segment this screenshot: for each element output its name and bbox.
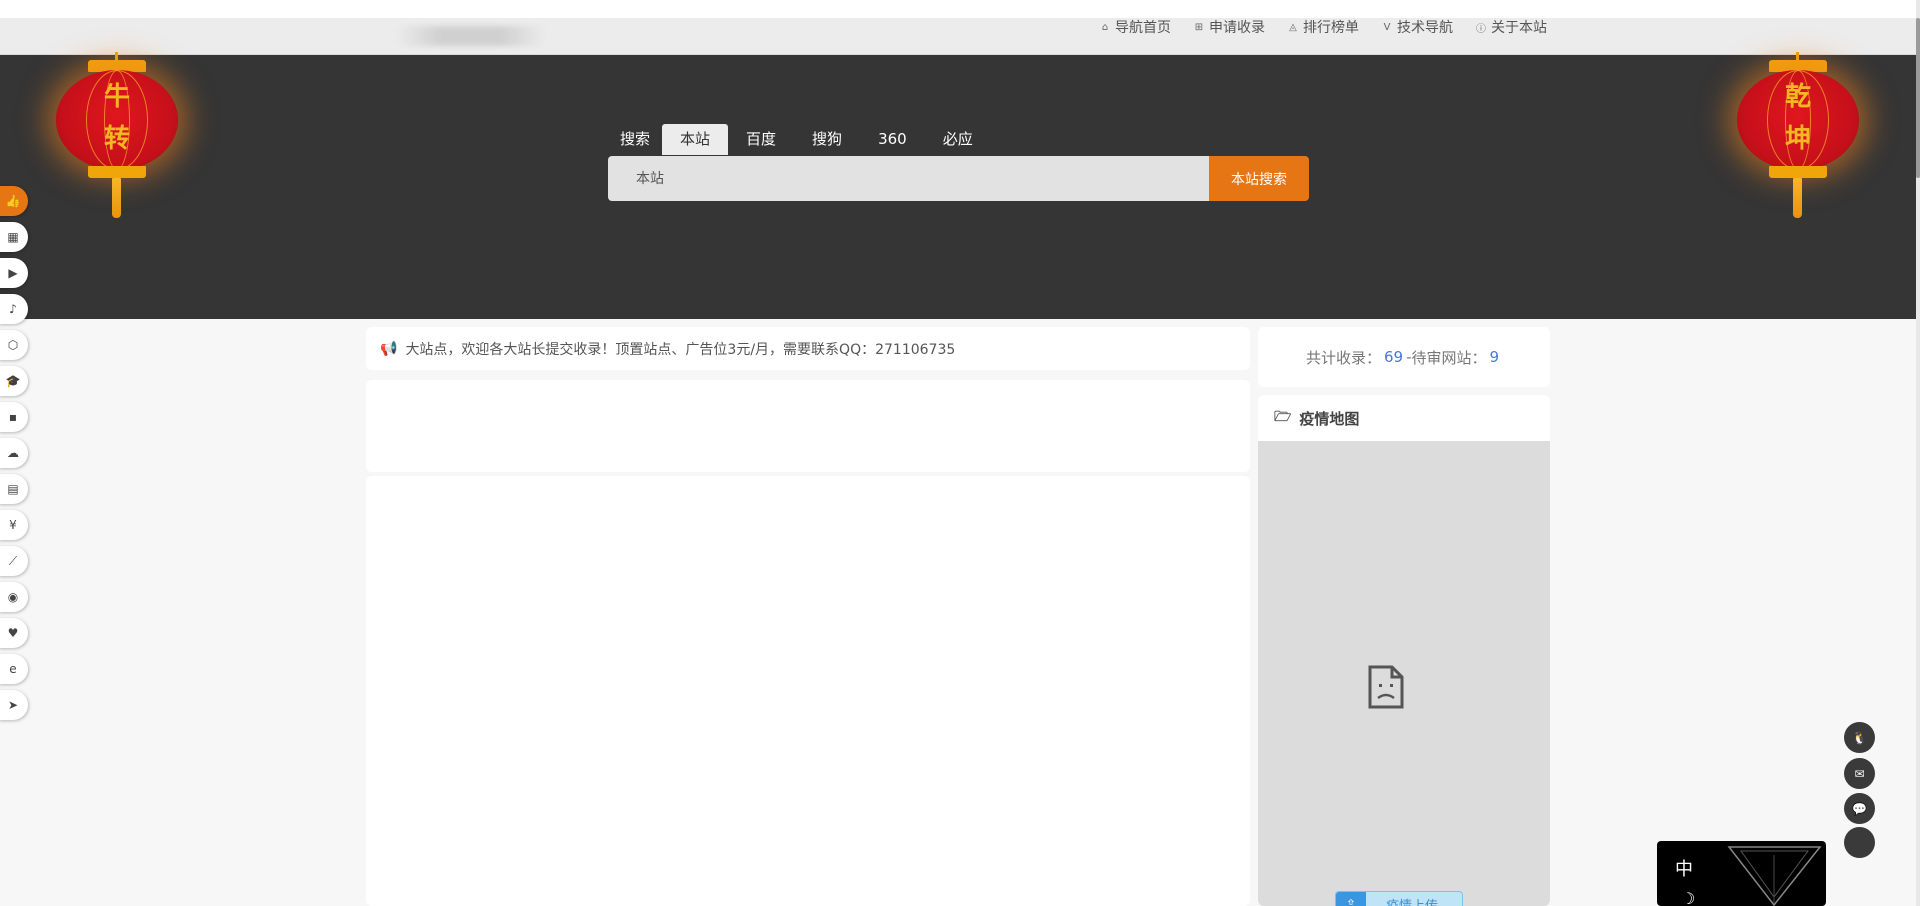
megaphone-icon: 📢	[380, 340, 398, 357]
lantern-tassel	[1793, 178, 1802, 218]
nav-about[interactable]: ⓘ 关于本站	[1475, 17, 1547, 37]
stats-card: 共计收录： 69 - 待审网站： 9	[1258, 327, 1550, 387]
lantern-tassel	[112, 178, 121, 218]
nav-tech[interactable]: V 技术导航	[1381, 17, 1453, 37]
grid-icon[interactable]: ▪	[0, 402, 28, 432]
qq-icon[interactable]: 🐧	[1844, 722, 1875, 753]
map-title: 疫情地图	[1299, 409, 1360, 428]
search-input[interactable]	[608, 156, 1209, 201]
lantern-char: 乾	[1784, 82, 1811, 112]
nav-home[interactable]: ⌂ 导航首页	[1099, 17, 1171, 37]
content-panel	[366, 380, 1250, 472]
search-tabs: 搜索 本站 百度 搜狗 360 必应	[608, 124, 991, 155]
edge-icon[interactable]: e	[0, 654, 28, 684]
cubes-icon[interactable]: ⬡	[0, 330, 28, 360]
nav-ranking-label: 排行榜单	[1303, 20, 1359, 36]
document-icon[interactable]: ▤	[0, 474, 28, 504]
triangle-logo-icon	[1727, 846, 1822, 906]
epidemic-map-card: 🗁 疫情地图	[1258, 395, 1550, 906]
yen-icon[interactable]: ¥	[0, 510, 28, 540]
nav-ranking[interactable]: ◬ 排行榜单	[1287, 17, 1359, 37]
compass-icon[interactable]: ◉	[0, 582, 28, 612]
search-button[interactable]: 本站搜索	[1209, 156, 1309, 201]
total-count[interactable]: 69	[1384, 348, 1403, 366]
ranking-icon: ◬	[1289, 21, 1297, 33]
nav-home-label: 导航首页	[1115, 20, 1171, 36]
lantern-char: 转	[103, 124, 130, 154]
notice-bar: 📢 大站点，欢迎各大站长提交收录！顶置站点、广告位3元/月，需要联系QQ：271…	[366, 327, 1250, 370]
moon-icon: ☽	[1681, 889, 1696, 906]
mail-icon[interactable]: ✉	[1844, 758, 1875, 789]
notice-text: 大站点，欢迎各大站长提交收录！顶置站点、广告位3元/月，需要联系QQ：27110…	[405, 341, 956, 358]
lantern-char: 坤	[1784, 124, 1811, 154]
nav-apply-label: 申请收录	[1209, 20, 1265, 36]
search-tab-baidu[interactable]: 百度	[728, 124, 794, 155]
cloud-icon[interactable]: ☁	[0, 438, 28, 468]
search-tab-site[interactable]: 本站	[662, 124, 729, 155]
line-chart-icon[interactable]: ⟋	[0, 546, 28, 576]
search-tab-label: 搜索	[620, 130, 651, 148]
scrollbar-thumb[interactable]	[1916, 18, 1920, 178]
wechat-icon[interactable]: 💬	[1844, 793, 1875, 824]
home-icon: ⌂	[1101, 21, 1109, 33]
info-icon: ⓘ	[1476, 23, 1486, 35]
total-label: 共计收录：	[1305, 348, 1381, 367]
upload-label: 疫情上传	[1386, 898, 1439, 906]
upload-icon: ⇪	[1336, 892, 1366, 906]
lantern-left: 牛 转	[52, 52, 182, 222]
lantern-cap-bottom	[1769, 166, 1827, 178]
music-icon[interactable]: ♪	[0, 294, 28, 324]
top-nav: ⌂ 导航首页 ⊞ 申请收录 ◬ 排行榜单 V 技术导航 ⓘ 关于本站	[1099, 18, 1547, 36]
language-widget[interactable]: 中 ☽	[1657, 841, 1826, 906]
content-panel	[366, 476, 1250, 906]
nav-about-label: 关于本站	[1491, 20, 1547, 36]
broken-image-icon	[1368, 665, 1404, 709]
pending-count[interactable]: 9	[1490, 348, 1500, 366]
lantern-right: 乾 坤	[1733, 52, 1863, 222]
heartbeat-icon[interactable]: ♥	[0, 618, 28, 648]
nav-apply[interactable]: ⊞ 申请收录	[1193, 17, 1265, 37]
language-label: 中	[1675, 859, 1693, 880]
search-tab-sogou[interactable]: 搜狗	[794, 124, 860, 155]
folder-open-icon: 🗁	[1274, 409, 1292, 425]
lantern-cap-bottom	[88, 166, 146, 178]
paper-plane-icon[interactable]: ➤	[0, 690, 28, 720]
pending-label: 待审网站：	[1411, 348, 1487, 367]
graduation-cap-icon[interactable]: 🎓	[0, 366, 28, 396]
map-header: 🗁 疫情地图	[1258, 395, 1550, 441]
nav-tech-label: 技术导航	[1397, 20, 1453, 36]
map-frame[interactable]	[1258, 441, 1550, 906]
search-tab-bing[interactable]: 必应	[925, 124, 991, 155]
plus-square-icon: ⊞	[1194, 21, 1204, 33]
back-to-top-icon[interactable]	[1844, 827, 1875, 858]
vimeo-icon: V	[1383, 21, 1391, 33]
search-tab-360[interactable]: 360	[860, 124, 925, 155]
top-navbar: ⌂ 导航首页 ⊞ 申请收录 ◬ 排行榜单 V 技术导航 ⓘ 关于本站	[0, 18, 1920, 55]
upload-button[interactable]: ⇪ 疫情上传	[1335, 891, 1463, 906]
site-logo[interactable]	[396, 26, 546, 46]
top-strip	[0, 0, 1920, 18]
page-scrollbar[interactable]	[1916, 0, 1920, 906]
lantern-char: 牛	[103, 82, 130, 112]
